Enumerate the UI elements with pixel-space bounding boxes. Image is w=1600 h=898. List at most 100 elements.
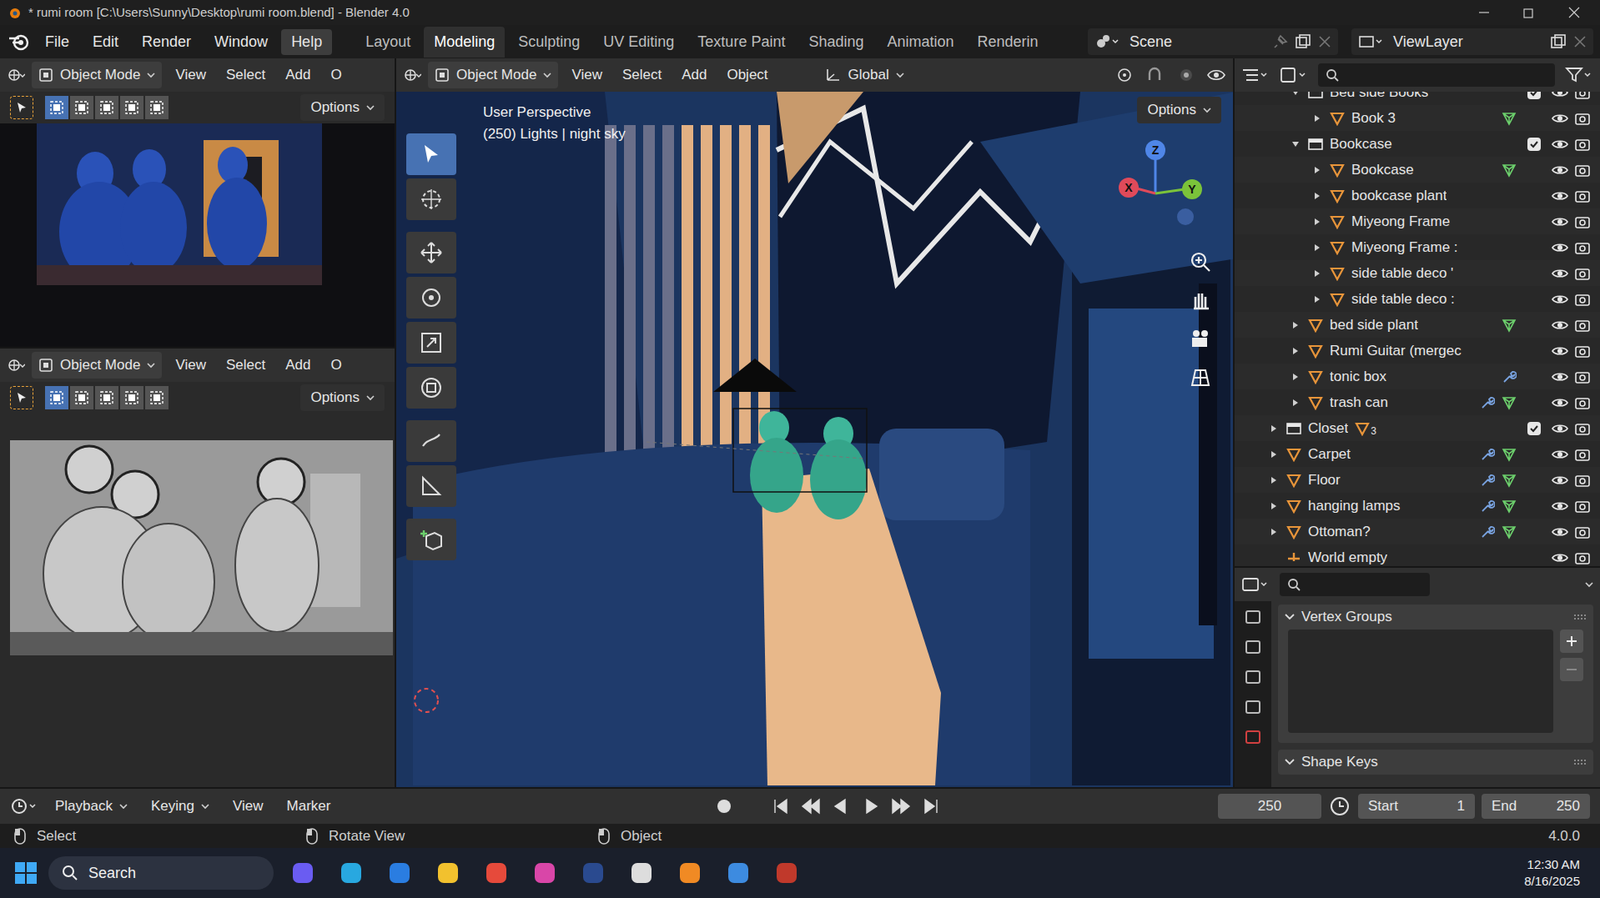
properties-tab-icon[interactable]: [1243, 638, 1263, 657]
outliner-item-name[interactable]: Miyeong Frame :: [1351, 236, 1459, 259]
drag-handle-icon[interactable]: [1573, 759, 1587, 766]
mode-dropdown[interactable]: Object Mode: [31, 352, 162, 379]
taskbar-app[interactable]: [622, 854, 661, 893]
eye-icon[interactable]: [1551, 371, 1569, 383]
camera-icon[interactable]: [1574, 163, 1590, 177]
outliner-row[interactable]: Miyeong Frame :: [1234, 234, 1600, 261]
workspace-tab[interactable]: Shading: [798, 26, 874, 58]
scale-tool[interactable]: [406, 322, 457, 364]
outliner-search[interactable]: [1318, 63, 1555, 87]
prev-key-icon[interactable]: [800, 797, 821, 816]
camera-icon[interactable]: [1574, 499, 1590, 514]
camera-view-icon[interactable]: [1188, 327, 1213, 351]
properties-tab-icon[interactable]: [1243, 728, 1263, 747]
outliner-row[interactable]: trash can: [1234, 389, 1600, 416]
collapsed-arrow-icon[interactable]: [1291, 372, 1300, 382]
move-tool[interactable]: [406, 231, 457, 274]
new-scene-icon[interactable]: [1294, 34, 1312, 50]
camera-icon[interactable]: [1574, 422, 1590, 436]
pin-icon[interactable]: [1272, 34, 1289, 50]
jump-start-icon[interactable]: [770, 797, 791, 816]
outliner-row[interactable]: bed side plant: [1234, 311, 1600, 338]
windows-start-icon[interactable]: [13, 860, 39, 886]
jump-end-icon[interactable]: [920, 797, 941, 816]
timeline-menu[interactable]: Marker: [280, 795, 338, 818]
eye-icon[interactable]: [1551, 448, 1569, 461]
properties-tab-icon[interactable]: [1243, 668, 1263, 687]
side-viewport[interactable]: Object ModeViewSelectAddOOptions: [0, 347, 395, 788]
select-mode-button[interactable]: [70, 95, 94, 120]
camera-icon[interactable]: [1574, 292, 1590, 307]
header-menu[interactable]: O: [323, 64, 348, 86]
eye-icon[interactable]: [1551, 293, 1569, 306]
eye-icon[interactable]: [1551, 397, 1569, 409]
start-frame-field[interactable]: Start1: [1358, 794, 1475, 820]
collapsed-arrow-icon[interactable]: [1291, 347, 1300, 356]
outliner-item-name[interactable]: Bookcase: [1351, 159, 1414, 182]
camera-icon[interactable]: [1574, 551, 1590, 565]
expanded-arrow-icon[interactable]: [1291, 140, 1300, 149]
outliner-row[interactable]: Closet3: [1234, 415, 1600, 442]
transform-tool[interactable]: [406, 367, 457, 409]
taskbar-app[interactable]: [380, 854, 419, 893]
outliner-row[interactable]: Carpet: [1234, 441, 1600, 468]
select-mode-button[interactable]: [45, 95, 69, 120]
camera-icon[interactable]: [1574, 215, 1590, 229]
properties-search[interactable]: [1279, 573, 1430, 597]
taskbar-app[interactable]: [428, 854, 468, 893]
mesh-data-icon[interactable]: [1501, 524, 1517, 540]
outliner-item-name[interactable]: side table deco :: [1351, 288, 1455, 311]
camera-icon[interactable]: [1574, 189, 1590, 203]
mesh-data-icon[interactable]: [1501, 317, 1517, 333]
outliner-item-name[interactable]: Closet: [1308, 417, 1349, 440]
outliner-row[interactable]: Floor: [1234, 467, 1600, 494]
collapsed-arrow-icon[interactable]: [1269, 424, 1278, 433]
current-frame-field[interactable]: 250: [1217, 794, 1322, 820]
cursor-tool[interactable]: [406, 178, 457, 221]
eye-icon[interactable]: [1551, 190, 1569, 202]
end-frame-field[interactable]: End250: [1481, 794, 1590, 820]
workspace-tab[interactable]: Modeling: [423, 26, 505, 58]
outliner-row[interactable]: bookcase plant: [1234, 182, 1600, 209]
taskbar-app[interactable]: [670, 854, 710, 893]
outliner-item-name[interactable]: Bookcase: [1329, 133, 1393, 156]
proportional-icon[interactable]: [1176, 66, 1197, 84]
outliner-row[interactable]: side table deco :: [1234, 286, 1600, 312]
properties-tab-icon[interactable]: [1243, 698, 1263, 717]
camera-icon[interactable]: [1574, 525, 1590, 539]
outliner-item-name[interactable]: Carpet: [1308, 443, 1351, 466]
wrench-icon[interactable]: [1479, 498, 1495, 514]
delete-scene-icon[interactable]: [1318, 35, 1332, 49]
select-box-tool[interactable]: [10, 386, 34, 410]
editor-type-icon[interactable]: [402, 67, 422, 83]
play-reverse-icon[interactable]: [830, 797, 851, 816]
options-dropdown[interactable]: Options: [1137, 96, 1222, 124]
camera-icon[interactable]: [1574, 344, 1590, 358]
clock-icon[interactable]: [1328, 794, 1352, 819]
select-mode-button[interactable]: [45, 386, 69, 410]
wrench-icon[interactable]: [1501, 369, 1517, 385]
eye-icon[interactable]: [1551, 267, 1569, 280]
outliner-editor-icon[interactable]: [1241, 66, 1270, 84]
collapsed-arrow-icon[interactable]: [1269, 476, 1278, 485]
outliner-item-name[interactable]: Ottoman?: [1308, 521, 1371, 544]
collapsed-arrow-icon[interactable]: [1291, 398, 1300, 408]
eye-icon[interactable]: [1551, 319, 1569, 332]
outliner-item-name[interactable]: Book 3: [1351, 107, 1396, 130]
mesh-data-icon[interactable]: [1501, 498, 1517, 514]
blender-menu-icon[interactable]: [6, 31, 32, 52]
outliner-item-name[interactable]: bookcase plant: [1351, 185, 1447, 207]
select-tool[interactable]: [406, 133, 457, 176]
timeline-menu[interactable]: Keying: [144, 795, 217, 818]
properties-tab-icon[interactable]: [1243, 608, 1263, 627]
side-viewport[interactable]: Object ModeViewSelectAddOOptions: [0, 58, 395, 348]
panel-header[interactable]: Shape Keys: [1277, 749, 1594, 775]
camera-icon[interactable]: [1574, 370, 1590, 384]
options-dropdown[interactable]: Options: [300, 384, 385, 412]
eye-icon[interactable]: [1551, 241, 1569, 254]
zoom-icon[interactable]: [1188, 250, 1213, 274]
menu-item[interactable]: Window: [204, 29, 278, 56]
header-menu[interactable]: View: [168, 354, 213, 377]
eye-icon[interactable]: [1551, 526, 1569, 539]
snap-icon[interactable]: [1146, 66, 1167, 84]
